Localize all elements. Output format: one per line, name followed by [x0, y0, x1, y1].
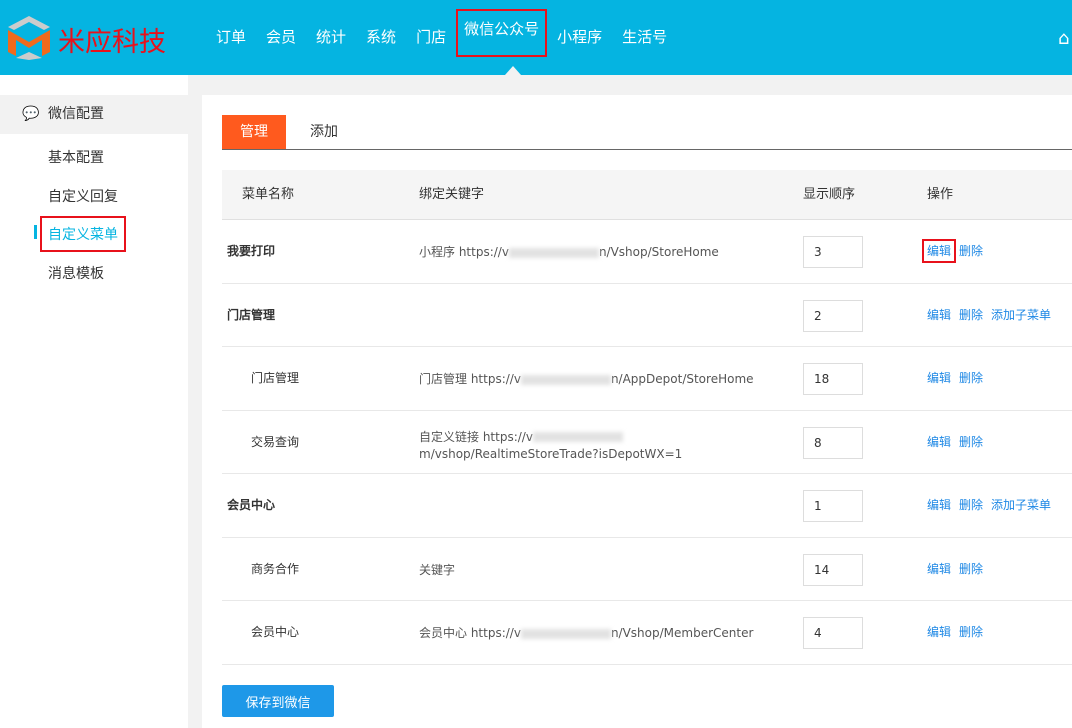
- menu-name: 商务合作: [251, 561, 300, 576]
- menu-table: 菜单名称 绑定关键字 显示顺序 操作 我要打印 小程序 https://v n/Vs…: [222, 170, 1072, 665]
- keyword-suffix: n/Vshop/MemberCenter: [610, 626, 754, 640]
- action-delete[interactable]: 删除: [959, 308, 983, 322]
- action-edit[interactable]: 编辑: [927, 435, 951, 449]
- tabs: 管理 添加: [222, 115, 1072, 150]
- brand-name: 米应科技: [58, 27, 166, 58]
- table-row: 商务合作 关键字 14 编辑 删除: [222, 538, 1072, 601]
- nav-item[interactable]: 统计: [306, 0, 356, 75]
- actions-cell: 编辑 删除: [927, 347, 991, 410]
- action-delete[interactable]: 删除: [959, 562, 983, 576]
- action-edit[interactable]: 编辑: [921, 239, 957, 263]
- keyword-prefix: 门店管理 https://v: [419, 372, 521, 386]
- menu-name: 门店管理: [251, 371, 300, 385]
- actions-cell: 编辑 删除 添加子菜单: [927, 474, 1059, 537]
- sidebar-item-template[interactable]: 消息模板: [48, 263, 104, 283]
- action-delete[interactable]: 删除: [959, 625, 983, 639]
- redacted-text: [520, 628, 611, 639]
- action-add-submenu[interactable]: 添加子菜单: [991, 308, 1051, 322]
- order-input[interactable]: 1: [803, 490, 863, 522]
- actions-cell: 编辑 删除: [927, 411, 991, 474]
- top-bar: 米应科技 订单 会员 统计 系统 门店 微信公众号 小程序 生活号 ⌂: [0, 0, 1072, 75]
- table-row: 会员中心 会员中心 https://v n/Vshop/MemberCenter 4 编…: [222, 601, 1072, 665]
- sidebar-item-basic[interactable]: 基本配置: [48, 147, 104, 167]
- tab-add[interactable]: 添加: [292, 115, 356, 149]
- logo-icon: [8, 16, 50, 60]
- sidebar-item-menu[interactable]: 自定义菜单: [40, 216, 126, 252]
- nav-caret: [505, 66, 521, 75]
- action-delete[interactable]: 删除: [959, 435, 983, 449]
- action-edit[interactable]: 编辑: [927, 562, 951, 576]
- keyword-cell: 自定义链接 https://v m/vshop/RealtimeStoreTrad…: [419, 429, 759, 463]
- menu-name: 我要打印: [227, 244, 276, 258]
- table-header: 菜单名称 绑定关键字 显示顺序 操作: [222, 170, 1072, 220]
- table-row: 我要打印 小程序 https://v n/Vshop/StoreHome 3 编辑 删除: [222, 220, 1072, 284]
- sidebar-item-reply[interactable]: 自定义回复: [48, 186, 118, 206]
- keyword-suffix: n/AppDepot/StoreHome: [610, 372, 754, 386]
- order-input[interactable]: 14: [803, 553, 863, 586]
- menu-name: 交易查询: [251, 434, 300, 449]
- active-indicator: [34, 225, 37, 239]
- keyword-prefix: 会员中心 https://v: [419, 626, 521, 640]
- redacted-text: [520, 374, 611, 385]
- keyword-cell: 关键字: [419, 562, 759, 579]
- actions-cell: 编辑 删除: [921, 220, 991, 283]
- action-delete[interactable]: 删除: [959, 371, 983, 385]
- nav-item[interactable]: 小程序: [547, 0, 612, 75]
- sidebar: 💬 微信配置 基本配置 自定义回复 自定义菜单 消息模板: [0, 75, 188, 728]
- actions-cell: 编辑 删除: [927, 538, 991, 601]
- header-actions: 操作: [927, 187, 954, 202]
- redacted-text: [532, 432, 623, 442]
- table-row: 门店管理 2 编辑 删除 添加子菜单: [222, 284, 1072, 347]
- keyword-prefix: 自定义链接 https://v: [419, 429, 533, 444]
- header-keyword: 绑定关键字: [419, 187, 485, 202]
- action-delete[interactable]: 删除: [959, 498, 983, 512]
- header-order: 显示顺序: [803, 187, 856, 202]
- nav-item[interactable]: 订单: [206, 0, 256, 75]
- menu-name: 会员中心: [251, 625, 300, 639]
- action-add-submenu[interactable]: 添加子菜单: [991, 498, 1051, 512]
- action-edit[interactable]: 编辑: [927, 308, 951, 322]
- action-edit[interactable]: 编辑: [927, 371, 951, 385]
- action-delete[interactable]: 删除: [959, 244, 983, 258]
- nav-item[interactable]: 生活号: [612, 0, 677, 75]
- home-icon[interactable]: ⌂: [1058, 28, 1069, 49]
- tab-manage[interactable]: 管理: [222, 115, 286, 149]
- keyword-cell: 门店管理 https://v n/AppDepot/StoreHome: [419, 371, 759, 388]
- table-row: 门店管理 门店管理 https://v n/AppDepot/StoreHome 18…: [222, 347, 1072, 411]
- nav-item[interactable]: 系统: [356, 0, 406, 75]
- menu-name: 门店管理: [227, 307, 276, 322]
- nav-item[interactable]: 微信公众号: [456, 9, 548, 57]
- nav-item[interactable]: 会员: [256, 0, 306, 75]
- order-input[interactable]: 3: [803, 236, 863, 268]
- sidebar-group-wechat[interactable]: 💬 微信配置: [0, 95, 188, 134]
- keyword-cell: 会员中心 https://v n/Vshop/MemberCenter: [419, 625, 759, 642]
- nav-item[interactable]: 门店: [406, 0, 456, 75]
- order-input[interactable]: 8: [803, 426, 863, 459]
- action-edit[interactable]: 编辑: [927, 498, 951, 512]
- header-name: 菜单名称: [242, 187, 295, 202]
- keyword-prefix: 关键字: [419, 562, 456, 577]
- actions-cell: 编辑 删除: [927, 601, 991, 664]
- content-panel: 管理 添加 菜单名称 绑定关键字 显示顺序 操作 我要打印 小程序 https:/…: [202, 95, 1072, 728]
- action-edit[interactable]: 编辑: [927, 625, 951, 639]
- menu-name: 会员中心: [227, 498, 276, 512]
- keyword-suffix: n/Vshop/StoreHome: [598, 245, 719, 259]
- table-row: 交易查询 自定义链接 https://v m/vshop/RealtimeStore…: [222, 411, 1072, 474]
- redacted-text: [508, 247, 599, 258]
- keyword-prefix: 小程序 https://v: [419, 245, 509, 259]
- order-input[interactable]: 2: [803, 299, 863, 332]
- keyword-suffix: m/vshop/RealtimeStoreTrade?isDepotWX=1: [419, 446, 683, 461]
- save-to-wechat-button[interactable]: 保存到微信: [222, 685, 334, 717]
- wechat-icon: 💬: [22, 106, 40, 122]
- order-input[interactable]: 4: [803, 617, 863, 649]
- keyword-cell: 小程序 https://v n/Vshop/StoreHome: [419, 244, 759, 261]
- sidebar-group-label: 微信配置: [48, 106, 104, 122]
- table-row: 会员中心 1 编辑 删除 添加子菜单: [222, 474, 1072, 538]
- actions-cell: 编辑 删除 添加子菜单: [927, 284, 1059, 347]
- main-nav: 订单 会员 统计 系统 门店 微信公众号 小程序 生活号: [206, 0, 677, 75]
- order-input[interactable]: 18: [803, 363, 863, 395]
